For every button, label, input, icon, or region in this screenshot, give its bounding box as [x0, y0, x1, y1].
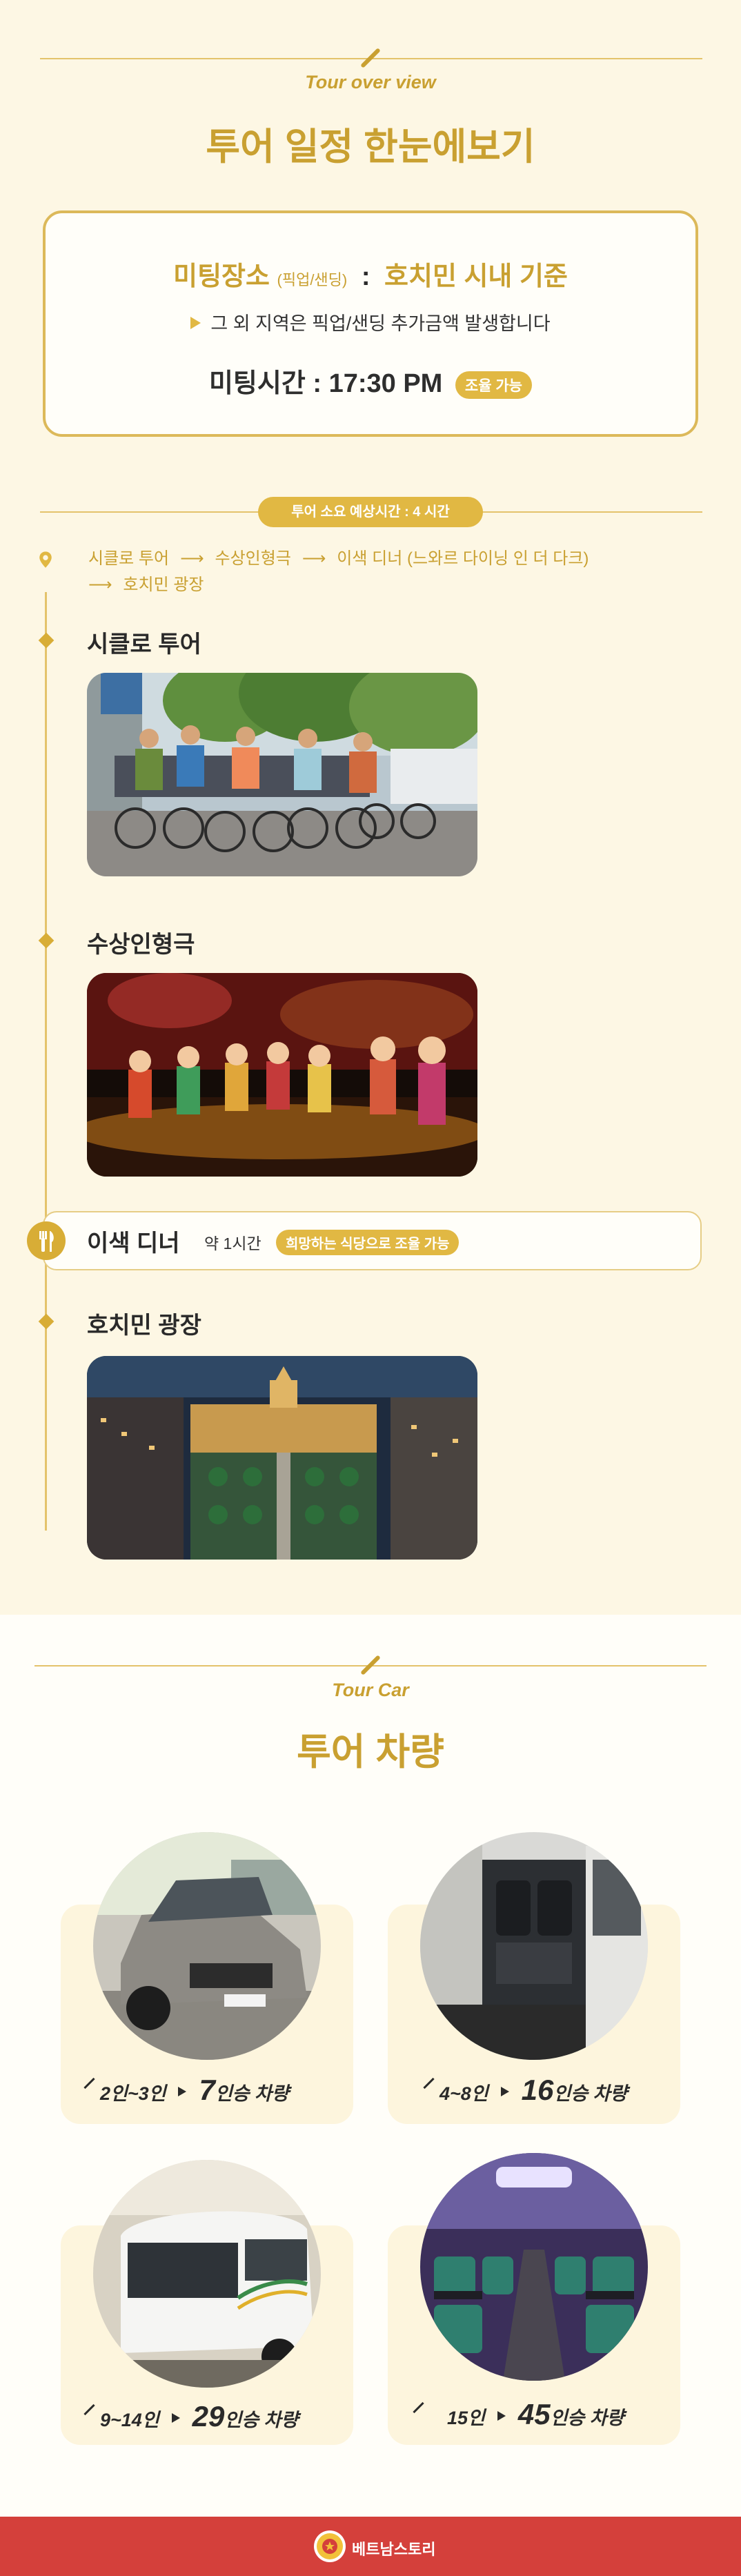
meeting-place-sub: (픽업/샌딩)	[277, 271, 348, 288]
car-photo-7-seat	[93, 1832, 321, 2060]
car-seats-suffix: 인승 차량	[550, 2408, 624, 2428]
car-seats-suffix: 인승 차량	[215, 2083, 289, 2104]
overview-section: Tour over view 투어 일정 한눈에보기 미팅장소 (픽업/샌딩) …	[0, 0, 741, 1615]
timeline-line	[45, 592, 47, 1531]
meeting-info-box: 미팅장소 (픽업/샌딩) : 호치민 시내 기준 그 외 지역은 픽업/샌딩 추…	[43, 210, 698, 437]
section-eyebrow: Tour over view	[305, 72, 436, 92]
page: Tour over view 투어 일정 한눈에보기 미팅장소 (픽업/샌딩) …	[0, 0, 741, 2576]
meeting-place-separator: :	[361, 262, 370, 291]
arrow-right-icon: ⟶	[302, 549, 326, 568]
car-seats: 29	[192, 2400, 225, 2432]
arrow-right-icon: ⟶	[180, 549, 204, 568]
brand-name: 베트남스토리	[352, 2541, 436, 2558]
duration-badge: 투어 소요 예상시간 : 4 시간	[258, 497, 483, 527]
car-capacity-label: 9~14인 29인승 차량	[83, 2400, 299, 2433]
cars-eyebrow: Tour Car	[332, 1680, 409, 1700]
triangle-right-icon	[171, 2413, 180, 2423]
car-people: 4~8인	[439, 2083, 488, 2104]
meeting-note-text: 그 외 지역은 픽업/샌딩 추가금액 발생합니다	[210, 313, 551, 334]
car-capacity-label: 4~8인 16인승 차량	[423, 2074, 628, 2107]
timeline-marker	[38, 1313, 55, 1330]
car-photo-16-seat	[420, 1832, 648, 2060]
route-step: 수상인형극	[215, 549, 291, 568]
cyclo-tour-photo	[87, 673, 477, 876]
brand-logo-icon	[314, 2530, 346, 2562]
dinner-duration: 약 1시간	[204, 1235, 261, 1252]
car-capacity-label: 2인~3인 7인승 차량	[83, 2074, 289, 2107]
stop-title-dinner: 이색 디너	[87, 1230, 180, 1257]
arrow-right-icon: ⟶	[88, 576, 112, 594]
stop-title-water-puppet: 수상인형극	[87, 932, 195, 958]
car-photo-45-seat	[420, 2153, 648, 2381]
timeline-marker	[38, 632, 55, 649]
stop-title-square: 호치민 광장	[87, 1312, 201, 1339]
meeting-place: 미팅장소 (픽업/샌딩) : 호치민 시내 기준	[46, 255, 695, 293]
car-seats-suffix: 인승 차량	[553, 2083, 628, 2104]
route-step: 호치민 광장	[123, 576, 204, 594]
car-people: 9~14인	[100, 2410, 159, 2430]
hcmc-square-photo	[87, 1356, 477, 1560]
meeting-place-value: 호치민 시내 기준	[384, 262, 568, 291]
footer: 베트남스토리	[0, 2517, 741, 2576]
route-step: 시클로 투어	[88, 549, 170, 568]
stop-title-cyclo: 시클로 투어	[87, 631, 201, 658]
route-summary: 시클로 투어 ⟶ 수상인형극 ⟶ 이색 디너 (느와르 다이닝 인 더 다크) ⟶ 호치민…	[88, 546, 695, 598]
car-photo-29-seat	[93, 2160, 321, 2388]
meeting-time: 미팅시간 : 17:30 PM 조율 가능	[46, 362, 695, 400]
cars-title: 투어 차량	[297, 1731, 444, 1773]
meeting-time-label: 미팅시간 : 17:30 PM	[208, 369, 443, 398]
car-people: 15인	[447, 2408, 485, 2428]
car-people: 2인~3인	[100, 2083, 166, 2104]
car-seats: 16	[521, 2074, 554, 2106]
adjustable-badge: 조율 가능	[455, 371, 533, 399]
section-title: 투어 일정 한눈에보기	[206, 126, 535, 168]
triangle-bullet-icon	[190, 317, 201, 329]
meeting-note: 그 외 지역은 픽업/샌딩 추가금액 발생합니다	[46, 308, 695, 335]
triangle-right-icon	[178, 2087, 187, 2096]
water-puppet-photo	[87, 973, 477, 1177]
route-step: 이색 디너 (느와르 다이닝 인 더 다크)	[337, 549, 589, 568]
triangle-right-icon	[497, 2411, 506, 2421]
car-capacity-label: 15인 45인승 차량	[413, 2398, 624, 2431]
car-seats: 7	[199, 2074, 215, 2106]
triangle-right-icon	[500, 2087, 509, 2096]
utensils-icon	[27, 1221, 66, 1260]
car-seats: 45	[517, 2398, 551, 2430]
car-seats-suffix: 인승 차량	[224, 2410, 299, 2430]
meeting-place-label: 미팅장소	[173, 262, 270, 291]
location-pin-icon	[39, 551, 52, 568]
dinner-badge: 희망하는 식당으로 조율 가능	[276, 1230, 460, 1255]
timeline-marker	[38, 932, 55, 949]
